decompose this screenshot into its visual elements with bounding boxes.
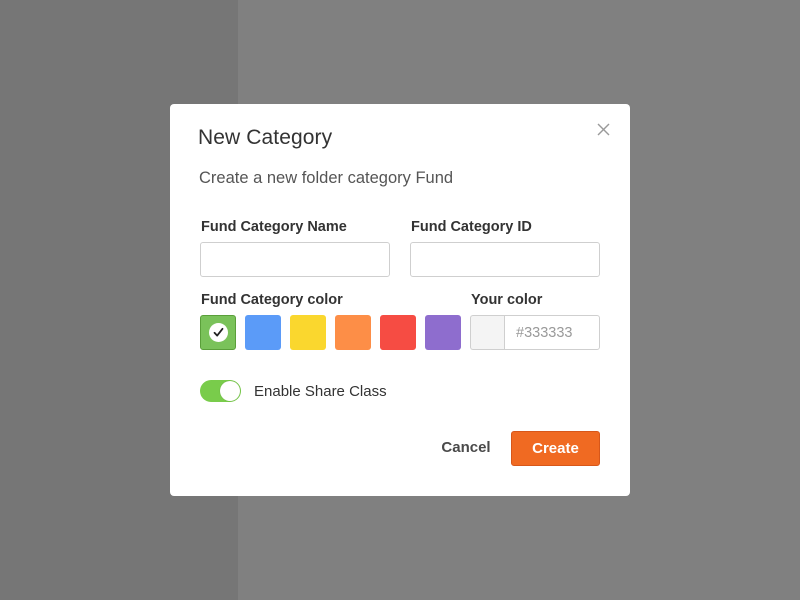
toggle-knob [220,381,240,401]
enable-share-class-label: Enable Share Class [254,383,387,400]
enable-share-class-toggle[interactable] [200,380,241,402]
color-swatch-yellow[interactable] [290,315,326,350]
checkmark-icon [213,327,224,337]
color-swatch-orange[interactable] [335,315,371,350]
custom-color-preview[interactable] [470,315,505,350]
dialog-subtitle: Create a new folder category Fund [199,169,454,187]
color-swatch-red[interactable] [380,315,416,350]
color-swatch-blue[interactable] [245,315,281,350]
cancel-button[interactable]: Cancel [434,431,498,463]
fund-category-name-input[interactable] [200,242,390,277]
close-icon[interactable] [596,122,612,138]
create-button[interactable]: Create [511,431,600,466]
color-swatch-purple[interactable] [425,315,461,350]
selected-check-circle [209,323,228,342]
dialog-title: New Category [198,126,333,149]
fund-category-id-label: Fund Category ID [411,219,532,235]
fund-category-name-label: Fund Category Name [201,219,347,235]
new-category-dialog: New Category Create a new folder categor… [170,104,630,496]
custom-color-hex-input[interactable] [504,315,600,350]
color-swatch-green[interactable] [200,315,236,350]
your-color-label: Your color [471,292,543,308]
fund-category-color-label: Fund Category color [201,292,343,308]
fund-category-id-input[interactable] [410,242,600,277]
